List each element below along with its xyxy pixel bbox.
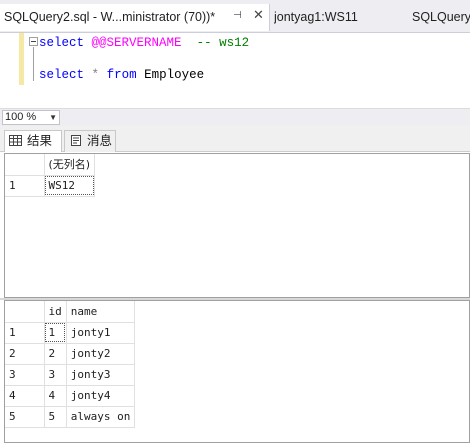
row-number: 1 — [5, 322, 45, 344]
table-cell[interactable]: 5 — [44, 406, 67, 428]
table-row[interactable]: 3 3 jonty3 — [5, 364, 136, 386]
row-number: 1 — [5, 175, 45, 197]
table-cell[interactable]: 2 — [44, 343, 67, 365]
tab-messages-label: 消息 — [87, 134, 113, 148]
table-row[interactable]: 1 WS12 — [5, 175, 96, 197]
tab-sqlquery2[interactable]: SQLQuery2.sql - W...ministrator (70))* — [0, 4, 270, 31]
table-row[interactable]: 1 1 jonty1 — [5, 322, 136, 344]
star-operator: * — [91, 68, 100, 82]
table-row[interactable]: 2 2 jonty2 — [5, 343, 136, 365]
keyword-from: from — [106, 68, 137, 82]
tab-sqlquery[interactable]: SQLQuery — [412, 4, 470, 31]
column-header[interactable]: id — [44, 301, 67, 323]
grid-icon — [9, 135, 22, 146]
result-grid-2[interactable]: id name 1 1 jonty1 2 2 jonty2 3 3 jonty3… — [4, 300, 470, 443]
row-number: 5 — [5, 406, 45, 428]
row-number: 4 — [5, 385, 45, 407]
tab-jontyag1-ws11[interactable]: jontyag1:WS11 — [274, 4, 358, 31]
zoom-select[interactable]: 100 % ▼ — [2, 110, 60, 125]
row-number: 3 — [5, 364, 45, 386]
result-grid-1[interactable]: (无列名) 1 WS12 — [4, 153, 470, 298]
code-line-1[interactable]: select @@SERVERNAME -- ws12 — [39, 36, 249, 50]
table-row[interactable]: 5 5 always on — [5, 406, 136, 428]
change-margin-bar — [19, 33, 24, 85]
row-header-corner — [5, 154, 45, 176]
query-editor[interactable]: select @@SERVERNAME -- ws12 select * fro… — [0, 33, 470, 108]
table-cell[interactable]: jonty2 — [66, 343, 136, 365]
servername-variable: @@SERVERNAME — [91, 36, 182, 50]
table-cell[interactable]: jonty1 — [66, 322, 136, 344]
table-cell[interactable]: jonty4 — [66, 385, 136, 407]
column-header[interactable]: name — [66, 301, 136, 323]
code-line-2[interactable]: select * from Employee — [39, 68, 204, 82]
table-cell[interactable]: 3 — [44, 364, 67, 386]
chevron-down-icon[interactable]: ▼ — [49, 111, 57, 124]
pin-icon[interactable]: ⊣ — [233, 11, 243, 21]
collapse-toggle-icon[interactable] — [29, 37, 38, 46]
row-number: 2 — [5, 343, 45, 365]
table-name: Employee — [144, 68, 205, 82]
table-cell[interactable]: 4 — [44, 385, 67, 407]
table-row[interactable]: 4 4 jonty4 — [5, 385, 136, 407]
zoom-value: 100 % — [5, 111, 37, 123]
code-comment: -- ws12 — [196, 36, 250, 50]
close-icon[interactable]: ✕ — [253, 8, 265, 21]
tab-messages[interactable]: 消息 — [64, 130, 116, 152]
keyword-select: select — [39, 36, 85, 50]
fold-line — [33, 47, 34, 81]
row-header-corner — [5, 301, 45, 323]
header-row: id name — [5, 301, 136, 323]
table-cell[interactable]: always on — [66, 406, 136, 428]
zoom-bar: 100 % ▼ — [0, 108, 470, 126]
column-header[interactable]: (无列名) — [44, 154, 96, 176]
tab-results[interactable]: 结果 — [4, 130, 62, 152]
table-cell[interactable]: WS12 — [44, 175, 96, 197]
keyword-select: select — [39, 68, 85, 82]
message-icon — [71, 135, 81, 146]
document-tab-strip: SQLQuery2.sql - W...ministrator (70))* ⊣… — [0, 0, 470, 33]
table-cell[interactable]: 1 — [44, 322, 67, 344]
header-row: (无列名) — [5, 154, 96, 176]
tab-results-label: 结果 — [27, 134, 53, 148]
table-cell[interactable]: jonty3 — [66, 364, 136, 386]
results-tab-strip: 结果 消息 — [0, 126, 470, 152]
